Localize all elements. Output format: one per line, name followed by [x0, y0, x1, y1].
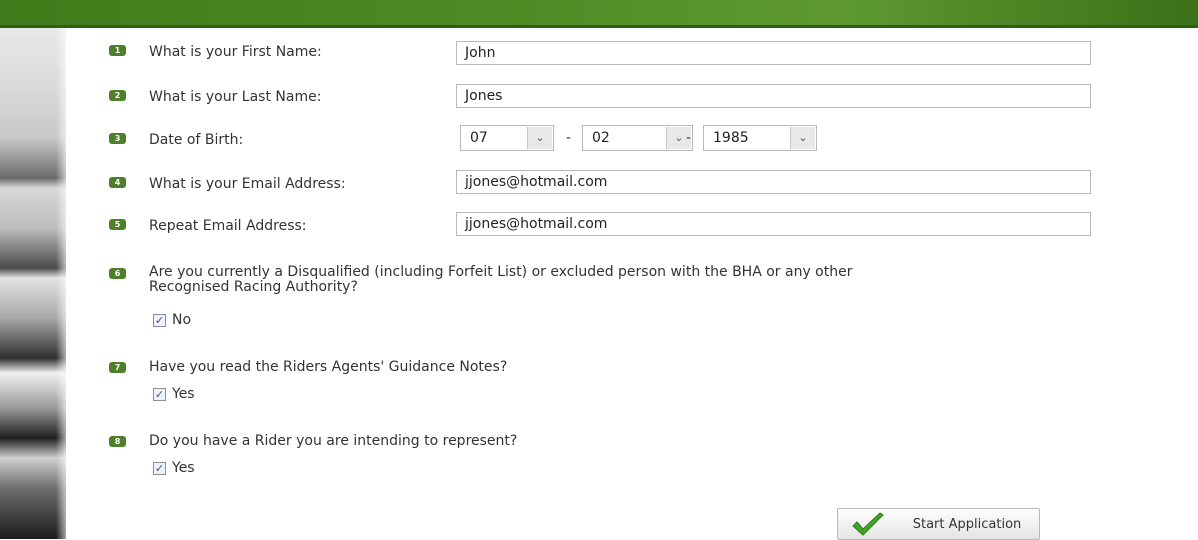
dob-year-select[interactable]: 1985 ⌄ [703, 125, 817, 151]
start-application-button[interactable]: Start Application [837, 508, 1040, 540]
last-name-field[interactable]: Jones [456, 84, 1091, 108]
represent-rider-checkbox[interactable]: ✓ [153, 462, 166, 475]
chevron-down-icon[interactable]: ⌄ [527, 127, 552, 149]
step-number-5: 5 [109, 219, 126, 230]
repeat-email-field[interactable]: jjones@hotmail.com [456, 212, 1091, 236]
chevron-down-icon[interactable]: ⌄ [790, 127, 815, 149]
disqualified-question-line2: Recognised Racing Authority? [149, 279, 358, 295]
dob-separator: - [686, 130, 692, 146]
check-icon [852, 512, 884, 536]
guidance-notes-checkbox[interactable]: ✓ [153, 388, 166, 401]
sidebar-photo [0, 28, 66, 539]
dob-month-value: 02 [592, 130, 610, 146]
represent-rider-question: Do you have a Rider you are intending to… [149, 433, 518, 449]
step-number-1: 1 [109, 45, 126, 56]
dob-day-select[interactable]: 07 ⌄ [460, 125, 554, 151]
email-field[interactable]: jjones@hotmail.com [456, 170, 1091, 194]
dob-separator: - [566, 130, 572, 146]
step-number-3: 3 [109, 133, 126, 144]
disqualified-answer-label: No [172, 312, 192, 328]
step-number-2: 2 [109, 90, 126, 101]
dob-day-value: 07 [470, 130, 488, 146]
represent-rider-answer-label: Yes [172, 460, 195, 476]
disqualified-checkbox[interactable]: ✓ [153, 314, 166, 327]
dob-year-value: 1985 [713, 130, 749, 146]
first-name-field[interactable]: John [456, 41, 1091, 65]
step-number-8: 8 [109, 436, 126, 447]
step-number-7: 7 [109, 362, 126, 373]
dob-month-select[interactable]: 02 ⌄ [582, 125, 693, 151]
start-application-label: Start Application [912, 517, 1022, 532]
disqualified-question-line1: Are you currently a Disqualified (includ… [149, 264, 853, 280]
disqualified-question: Are you currently a Disqualified (includ… [149, 265, 852, 295]
step-number-6: 6 [109, 268, 126, 279]
dob-label: Date of Birth: [149, 132, 244, 148]
step-number-4: 4 [109, 177, 126, 188]
first-name-label: What is your First Name: [149, 44, 322, 60]
guidance-notes-question: Have you read the Riders Agents' Guidanc… [149, 359, 508, 375]
repeat-email-label: Repeat Email Address: [149, 218, 307, 234]
email-label: What is your Email Address: [149, 176, 346, 192]
last-name-label: What is your Last Name: [149, 89, 322, 105]
guidance-notes-answer-label: Yes [172, 386, 195, 402]
top-banner [0, 0, 1198, 28]
